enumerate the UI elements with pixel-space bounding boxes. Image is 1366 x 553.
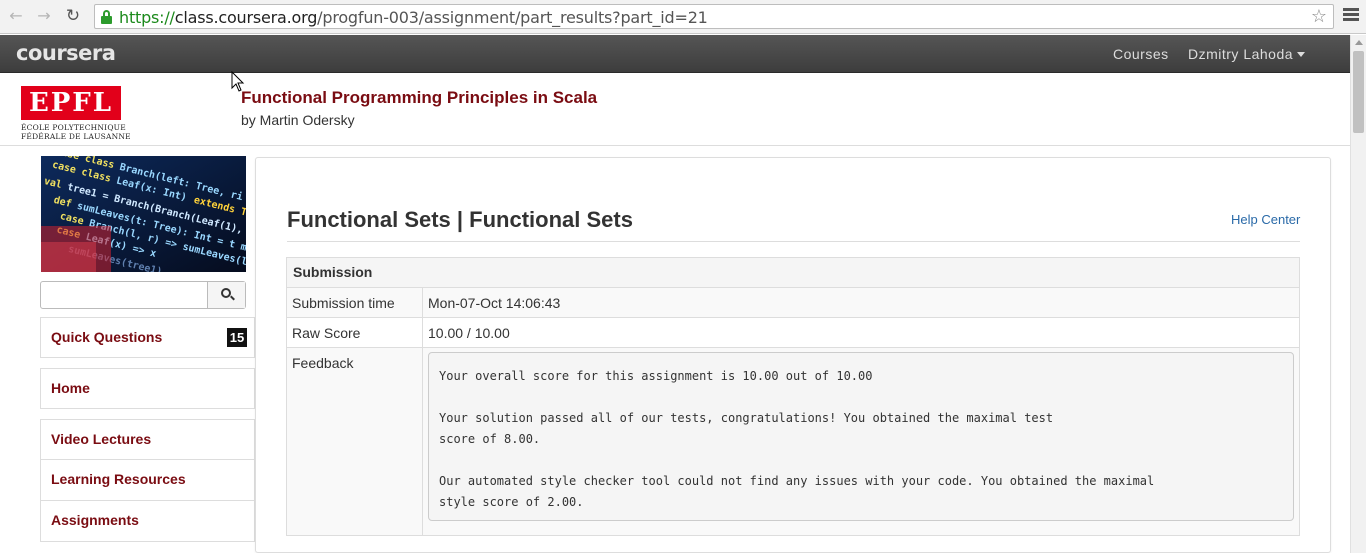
feedback-line: Your solution passed all of our tests, c… — [439, 411, 1054, 425]
epfl-logo[interactable]: EPFL ÉCOLE POLYTECHNIQUE FÉDÉRALE DE LAU… — [21, 86, 131, 141]
user-menu[interactable]: Dzmitry Lahoda — [1188, 46, 1306, 62]
row-label: Feedback — [292, 355, 354, 371]
coursera-logo[interactable]: coursera — [16, 41, 116, 65]
caret-down-icon — [1297, 52, 1306, 57]
sidebar-search — [40, 281, 246, 309]
row-value: 10.00 / 10.00 — [428, 325, 510, 341]
title-divider — [287, 241, 1300, 242]
reload-icon[interactable]: ↻ — [63, 6, 83, 26]
sidebar-item-learning-resources[interactable]: Learning Resources — [40, 460, 255, 501]
course-instructor: by Martin Odersky — [241, 112, 355, 128]
feedback-box: Your overall score for this assignment i… — [428, 352, 1294, 521]
search-input[interactable] — [41, 282, 208, 308]
search-button[interactable] — [207, 282, 245, 308]
sidebar-item-label: Video Lectures — [51, 431, 152, 447]
course-header: EPFL ÉCOLE POLYTECHNIQUE FÉDÉRALE DE LAU… — [0, 74, 1350, 146]
url-path: /progfun-003/assignment/part_results?par… — [317, 8, 708, 27]
url-scheme: https:// — [119, 8, 175, 27]
page-title: Functional Sets | Functional Sets — [287, 207, 633, 232]
row-value: Mon-07-Oct 14:06:43 — [428, 295, 561, 311]
courses-link[interactable]: Courses — [1113, 46, 1169, 62]
help-center-link[interactable]: Help Center — [1231, 212, 1300, 227]
submission-table: Submission Submission time Mon-07-Oct 14… — [286, 257, 1300, 536]
url-text[interactable]: https://class.coursera.org/progfun-003/a… — [119, 8, 708, 27]
table-row: Feedback Your overall score for this ass… — [287, 348, 1299, 535]
sidebar-item-assignments[interactable]: Assignments — [40, 501, 255, 542]
page-scrollbar[interactable] — [1350, 35, 1366, 553]
sidebar-item-label: Assignments — [51, 512, 139, 528]
row-label: Raw Score — [292, 325, 361, 341]
hamburger-icon[interactable] — [1343, 8, 1359, 24]
epfl-line2: FÉDÉRALE DE LAUSANNE — [21, 132, 131, 141]
feedback-line: Our automated style checker tool could n… — [439, 474, 1155, 488]
epfl-letters: EPFL — [28, 88, 114, 118]
browser-toolbar: ← → ↻ https://class.coursera.org/progfun… — [0, 0, 1366, 34]
arrow-left-icon[interactable]: ← — [6, 6, 26, 26]
site-topbar: coursera Courses Dzmitry Lahoda — [0, 35, 1350, 73]
arrow-right-icon[interactable]: → — [34, 6, 54, 26]
feedback-line: Your overall score for this assignment i… — [439, 369, 873, 383]
submission-header: Submission — [287, 258, 1299, 288]
row-label: Submission time — [292, 295, 395, 311]
scroll-up-icon[interactable] — [1355, 40, 1363, 45]
user-name: Dzmitry Lahoda — [1188, 46, 1294, 62]
column-divider — [422, 288, 423, 535]
feedback-line: style score of 2.00. — [439, 495, 584, 509]
quick-questions-badge: 15 — [227, 328, 247, 347]
lock-icon — [101, 10, 112, 24]
scroll-thumb[interactable] — [1353, 51, 1364, 133]
address-bar[interactable]: https://class.coursera.org/progfun-003/a… — [94, 4, 1334, 29]
sidebar-item-label: Learning Resources — [51, 471, 186, 487]
course-banner-image: case Tree case class Branch(left: Tree, … — [41, 156, 246, 272]
sidebar-item-quick-questions[interactable]: Quick Questions 15 — [40, 317, 255, 358]
sidebar-item-home[interactable]: Home — [40, 368, 255, 409]
course-title[interactable]: Functional Programming Principles in Sca… — [241, 88, 597, 108]
sidebar-item-video-lectures[interactable]: Video Lectures — [40, 419, 255, 460]
epfl-line1: ÉCOLE POLYTECHNIQUE — [21, 123, 126, 132]
mouse-cursor-icon — [231, 71, 245, 92]
feedback-line: score of 8.00. — [439, 432, 541, 446]
table-row: Raw Score 10.00 / 10.00 — [287, 318, 1299, 348]
url-host: class.coursera.org — [174, 8, 318, 27]
table-row: Submission time Mon-07-Oct 14:06:43 — [287, 288, 1299, 318]
sidebar-item-label: Home — [51, 380, 90, 396]
feedback-line — [439, 450, 1283, 471]
star-icon[interactable]: ☆ — [1311, 6, 1327, 27]
feedback-line — [439, 387, 1283, 408]
sidebar-item-label: Quick Questions — [51, 329, 163, 345]
